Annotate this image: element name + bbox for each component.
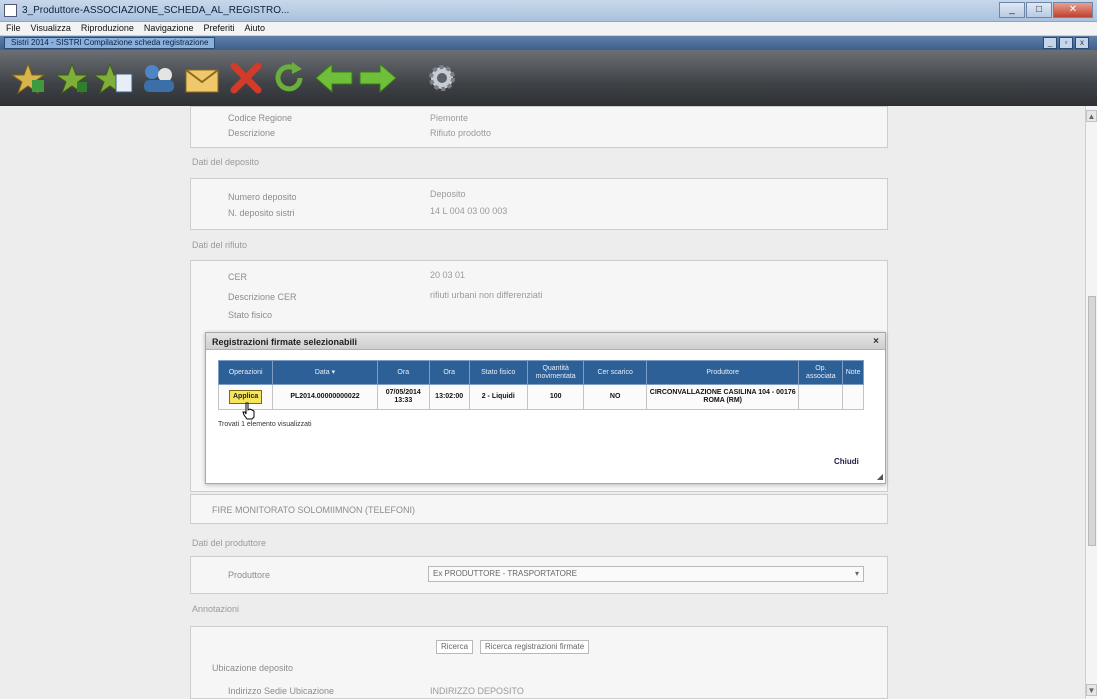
hand-cursor-icon — [242, 402, 255, 420]
tab-restore-button[interactable]: ▫ — [1059, 37, 1073, 49]
produttore-select[interactable]: Ex PRODUTTORE - TRASPORTATORE ▾ — [428, 566, 864, 582]
menu-favorites[interactable]: Preferiti — [203, 22, 234, 35]
search-signed-button[interactable]: Ricerca registrazioni firmate — [480, 640, 590, 654]
row-value: 20 03 01 — [430, 270, 466, 280]
row-label: Descrizione CER — [228, 292, 297, 302]
date-cell: 07/05/2014 13:33 — [376, 384, 430, 410]
tab-close-button[interactable]: x — [1075, 37, 1089, 49]
row-value: Piemonte — [430, 113, 469, 123]
registrations-dialog: Registrazioni firmate selezionabili × Op… — [205, 332, 886, 484]
section-label: Dati del produttore — [192, 538, 267, 548]
note-cell — [842, 384, 864, 410]
maximize-button[interactable]: □ — [1026, 2, 1052, 18]
row-label: Indirizzo Sedie Ubicazione — [228, 686, 335, 696]
ricerca-button[interactable]: Ricerca — [436, 640, 474, 654]
registrations-table: Operazioni Data ▾ Ora Ora Stato fisico Q… — [217, 360, 864, 410]
resize-handle[interactable]: ◢ — [877, 472, 883, 481]
row-label: FIRE MONITORATO SOLOMIIMNON (TELEFONI) — [212, 505, 416, 515]
menu-file[interactable]: File — [6, 22, 21, 35]
scroll-thumb[interactable] — [1088, 296, 1096, 546]
cross-icon[interactable] — [226, 60, 266, 96]
close-button[interactable]: ✕ — [1053, 2, 1093, 18]
browser-tabbar: Sistri 2014 - SISTRI Compilazione scheda… — [0, 36, 1097, 50]
window-controls: _ □ ✕ — [998, 2, 1093, 19]
minimize-button[interactable]: _ — [999, 2, 1025, 18]
producer-cell: CIRCONVALLAZIONE CASILINA 104 - 00176 RO… — [645, 384, 800, 410]
form-card-deposito — [190, 178, 888, 230]
state-cell: 2 - Liquidi — [468, 384, 528, 410]
row-value: INDIRIZZO DEPOSITO — [430, 686, 524, 696]
menu-navigation[interactable]: Navigazione — [144, 22, 194, 35]
section-label: Dati del rifiuto — [192, 240, 248, 250]
row-label: Codice Regione — [228, 113, 293, 123]
quantity-cell: 100 — [526, 384, 585, 410]
menu-playback[interactable]: Riproduzione — [81, 22, 134, 35]
column-header[interactable]: Produttore — [645, 360, 800, 385]
row-value: Rifiuto prodotto — [430, 128, 492, 138]
row-label: Numero deposito — [228, 192, 297, 202]
section-label: Annotazioni — [192, 604, 240, 614]
menu-bar: File Visualizza Riproduzione Navigazione… — [0, 22, 1097, 36]
window-titlebar: 3_Produttore-ASSOCIAZIONE_SCHEDA_AL_REGI… — [0, 0, 1097, 22]
column-header[interactable]: Data ▾ — [272, 360, 378, 385]
scroll-up-icon[interactable]: ▲ — [1086, 110, 1097, 122]
dialog-footer-text: Trovati 1 elemento visualizzati — [218, 421, 312, 428]
menu-view[interactable]: Visualizza — [31, 22, 71, 35]
op-cell — [798, 384, 844, 410]
tab-controls: _ ▫ x — [1041, 37, 1089, 49]
column-header[interactable]: Cer scarico — [583, 360, 647, 385]
section-label: Dati del deposito — [192, 157, 260, 167]
row-value: rifiuti urbani non differenziati — [430, 290, 543, 300]
chiudi-button[interactable]: Chiudi — [834, 457, 859, 466]
row-label: CER — [228, 272, 248, 282]
chevron-down-icon: ▾ — [854, 569, 859, 578]
column-header[interactable]: Ora — [376, 360, 430, 385]
cer-cell: NO — [583, 384, 647, 410]
date-value: 07/05/2014 — [385, 389, 421, 396]
column-header[interactable]: Note — [842, 360, 864, 385]
table-header-row: Operazioni Data ▾ Ora Ora Stato fisico Q… — [217, 360, 864, 385]
toolbar — [0, 50, 1097, 106]
column-header[interactable]: Operazioni — [217, 360, 274, 385]
dialog-close-icon[interactable]: × — [873, 336, 879, 347]
form-card-top — [190, 106, 888, 148]
column-header[interactable]: Stato fisico — [468, 360, 528, 385]
menu-help[interactable]: Aiuto — [244, 22, 265, 35]
arrow-left-icon[interactable] — [314, 60, 354, 96]
tab-minimize-button[interactable]: _ — [1043, 37, 1057, 49]
dialog-title: Registrazioni firmate selezionabili — [212, 337, 358, 347]
code-cell: PL2014.00000000022 — [272, 384, 378, 410]
browser-tab[interactable]: Sistri 2014 - SISTRI Compilazione scheda… — [4, 37, 216, 49]
star-add-icon[interactable] — [52, 60, 92, 96]
star-edit-icon[interactable] — [94, 60, 134, 96]
row-label: Produttore — [228, 570, 271, 580]
window-title: 3_Produttore-ASSOCIAZIONE_SCHEDA_AL_REGI… — [22, 5, 290, 16]
star-add-icon[interactable] — [8, 60, 48, 96]
row-label: Stato fisico — [228, 310, 273, 320]
refresh-icon[interactable] — [270, 60, 310, 96]
scroll-down-icon[interactable]: ▼ — [1086, 684, 1097, 696]
column-header[interactable]: Op. associata — [798, 360, 844, 385]
row-value: Deposito — [430, 189, 466, 199]
arrow-right-icon[interactable] — [358, 60, 398, 96]
column-header[interactable]: Ora — [428, 360, 470, 385]
column-header[interactable]: Quantità movimentata — [526, 360, 585, 385]
people-icon[interactable] — [138, 60, 178, 96]
select-value: Ex PRODUTTORE - TRASPORTATORE — [433, 569, 578, 578]
envelope-icon[interactable] — [182, 60, 222, 96]
row-label: N. deposito sistri — [228, 208, 295, 218]
row-label: Descrizione — [228, 128, 276, 138]
time-value: 13:33 — [394, 397, 413, 404]
vertical-scrollbar[interactable]: ▲ ▼ — [1085, 106, 1097, 699]
row-value: 14 L 004 03 00 003 — [430, 206, 508, 216]
hour-cell: 13:02:00 — [428, 384, 470, 410]
row-label: Ubicazione deposito — [212, 663, 294, 673]
gear-icon[interactable] — [422, 60, 462, 96]
app-icon — [4, 4, 17, 17]
table-row: Applica PL2014.00000000022 07/05/2014 13:… — [217, 384, 864, 410]
